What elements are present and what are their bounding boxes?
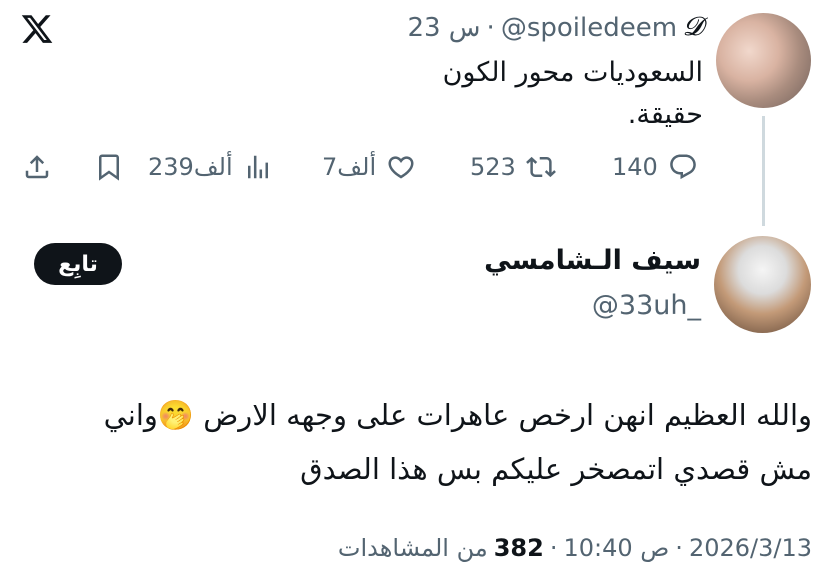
x-logo-icon[interactable] [20, 12, 54, 46]
tweet-line: والله العظيم انهن ارخص عاهرات على وجهه ا… [103, 398, 812, 432]
reply-tweet-text: والله العظيم انهن ارخص عاهرات على وجهه ا… [22, 388, 812, 496]
reply-action[interactable]: 140 [612, 147, 698, 187]
retweet-icon [525, 156, 556, 178]
share-icon [25, 155, 49, 179]
like-count: 7ألف [322, 153, 377, 181]
tweet-line: مش قصدي اتمصخر عليكم بس هذا الصدق [300, 452, 812, 486]
separator: · [549, 534, 558, 562]
avatar-spoiledeem[interactable] [716, 13, 811, 108]
retweet-action[interactable]: 523 [470, 147, 556, 187]
tweet-date[interactable]: 2026/3/13 [689, 534, 812, 562]
author-handle[interactable]: @33uh_ [592, 290, 701, 321]
thread-line [762, 116, 765, 226]
quoted-tweet-text: السعوديات محور الكون حقيقة. [443, 52, 703, 136]
bar-chart-icon [247, 155, 268, 179]
tweet-time[interactable]: 10:40 ص [563, 534, 669, 562]
reply-count: 140 [612, 153, 658, 181]
views-count: 382 [493, 534, 544, 562]
tweet-line: حقيقة. [627, 99, 703, 130]
reply-icon [670, 154, 696, 180]
like-action[interactable]: 7ألف [322, 147, 416, 187]
handle[interactable]: @spoiledeem [501, 13, 677, 43]
views-action[interactable]: 239ألف [148, 147, 273, 187]
bookmark-action[interactable] [94, 147, 124, 187]
views-count: 239ألف [148, 153, 233, 181]
retweet-count: 523 [470, 153, 516, 181]
separator: · [675, 534, 683, 562]
time-ago[interactable]: 23 س [407, 13, 480, 43]
views-label: من المشاهدات [337, 534, 488, 562]
share-action[interactable] [22, 147, 52, 187]
follow-button[interactable]: تابِع [34, 243, 122, 285]
tweet-line: السعوديات محور الكون [442, 57, 703, 88]
avatar-33uh[interactable] [714, 236, 811, 333]
author-display-name[interactable]: سيف الـشامسي [484, 245, 701, 276]
display-name[interactable]: 𝓓 [683, 12, 703, 43]
bookmark-icon [99, 154, 119, 181]
tweet-meta: من المشاهدات 382 · 10:40 ص · 2026/3/13 [338, 534, 812, 562]
quoted-tweet-header: 23 س · @spoiledeem 𝓓 [407, 12, 703, 43]
heart-icon [388, 156, 414, 179]
separator: · [486, 12, 495, 43]
